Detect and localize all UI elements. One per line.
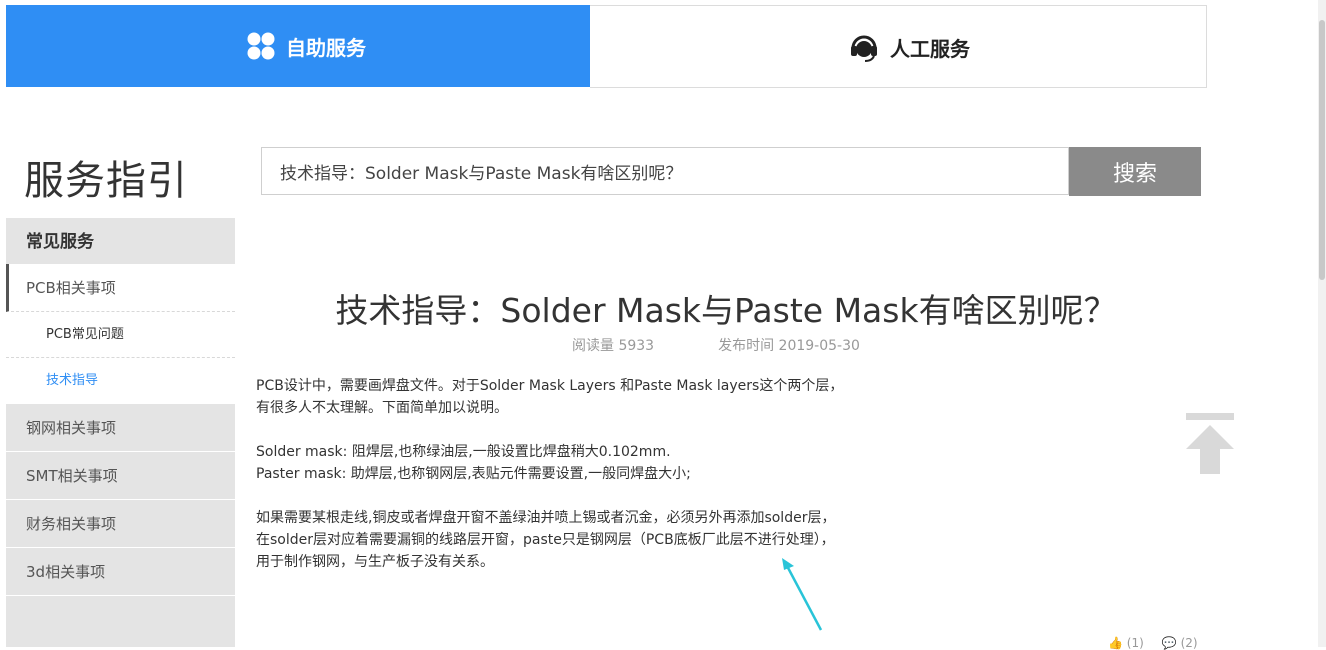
like-button[interactable]: 👍 (1) — [1108, 636, 1144, 650]
page-title: 服务指引 — [24, 158, 188, 204]
publish-date: 发布时间 2019-05-30 — [718, 338, 860, 354]
headset-icon — [851, 35, 877, 62]
article-line: 有很多人不太理解。下面简单加以说明。 — [256, 400, 508, 416]
sidebar-item-smt[interactable]: SMT相关事项 — [6, 452, 235, 500]
article-line: Solder mask: 阻焊层,也称绿油层,一般设置比焊盘稍大0.102mm. — [256, 444, 671, 460]
article-line: 如果需要某根走线,铜皮或者焊盘开窗不盖绿油并喷上锡或者沉金，必须另外再添加sol… — [256, 510, 836, 526]
sidebar-subitem-tech-guide[interactable]: 技术指导 — [6, 358, 235, 404]
article-line: 用于制作钢网，与生产板子没有关系。 — [256, 554, 494, 570]
scrollbar-thumb[interactable] — [1319, 20, 1325, 280]
search-box — [261, 147, 1069, 195]
thumbs-up-icon: 👍 — [1108, 636, 1123, 650]
tab-human-service-label: 人工服务 — [890, 36, 970, 61]
tab-self-service-label: 自助服务 — [286, 35, 366, 60]
article-line: 在solder层对应着需要漏铜的线路层开窗，paste只是钢网层（PCB底板厂此… — [256, 532, 835, 548]
sidebar-item-3d[interactable]: 3d相关事项 — [6, 548, 235, 596]
article-meta: 阅读量 5933 发布时间 2019-05-30 — [572, 335, 860, 355]
reactions: 👍 (1) 💬 (2) — [1108, 636, 1198, 650]
service-tabs: 自助服务 人工服务 — [6, 5, 1207, 88]
sidebar-item-pcb[interactable]: PCB相关事项 — [6, 264, 235, 312]
article-line: PCB设计中，需要画焊盘文件。对于Solder Mask Layers 和Pas… — [256, 378, 844, 394]
back-to-top-icon[interactable] — [1186, 413, 1234, 475]
sidebar-item-finance[interactable]: 财务相关事项 — [6, 500, 235, 548]
sidebar-item-stencil[interactable]: 钢网相关事项 — [6, 404, 235, 452]
annotation-arrow-icon — [782, 558, 823, 631]
sidebar-header: 常见服务 — [6, 218, 235, 264]
search-input[interactable] — [262, 148, 1068, 194]
scrollbar[interactable] — [1318, 0, 1326, 647]
grid-icon — [247, 32, 275, 60]
article-body: PCB设计中，需要画焊盘文件。对于Solder Mask Layers 和Pas… — [256, 375, 946, 573]
view-count: 阅读量 5933 — [572, 338, 655, 354]
tab-human-service[interactable]: 人工服务 — [590, 5, 1207, 88]
search-button[interactable]: 搜索 — [1069, 147, 1201, 196]
comment-icon: 💬 — [1161, 636, 1177, 650]
article-line: Paster mask: 助焊层,也称钢网层,表贴元件需要设置,一般同焊盘大小; — [256, 466, 691, 482]
sidebar-subitem-pcb-faq[interactable]: PCB常见问题 — [6, 312, 235, 358]
sidebar: 常见服务 PCB相关事项 PCB常见问题 技术指导 钢网相关事项 SMT相关事项… — [6, 218, 235, 647]
comment-button[interactable]: 💬 (2) — [1162, 636, 1198, 650]
article-title: 技术指导：Solder Mask与Paste Mask有啥区别呢？ — [335, 291, 1117, 330]
tab-self-service[interactable]: 自助服务 — [6, 5, 611, 87]
